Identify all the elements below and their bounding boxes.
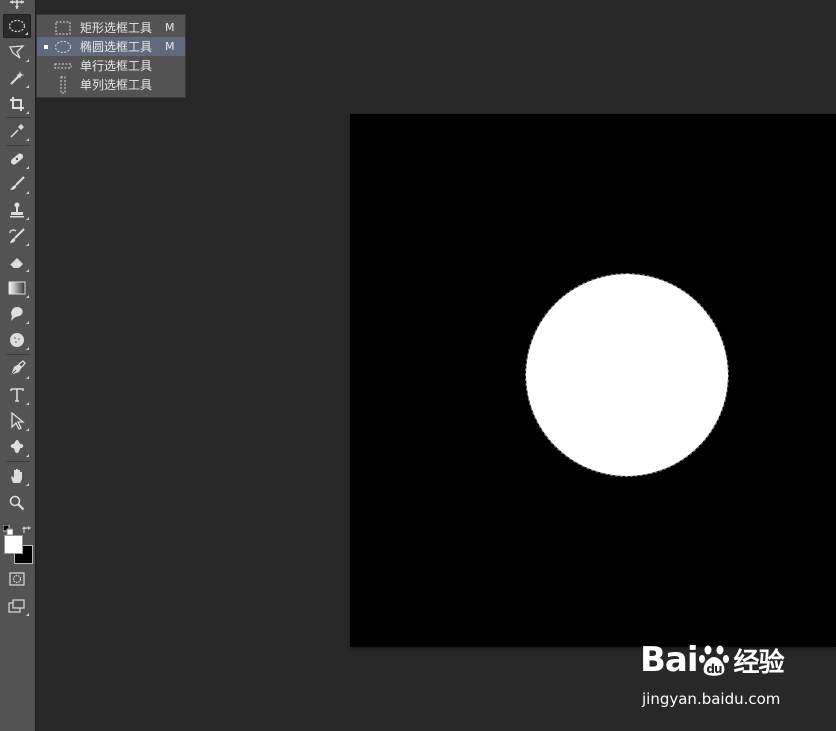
swap-colors-icon[interactable] [22, 520, 32, 533]
zoom-icon [9, 495, 25, 511]
hand-tool[interactable] [3, 464, 31, 488]
flyout-item-label: 矩形选框工具 [80, 21, 153, 35]
flyout-item-shortcut: M [165, 21, 175, 34]
flyout-item-ellipse-marquee[interactable]: 椭圆选框工具 M [37, 37, 185, 56]
magic-wand-icon [8, 69, 26, 87]
lasso-tool[interactable] [3, 40, 31, 64]
gradient-tool[interactable] [3, 276, 31, 300]
flyout-item-shortcut: M [165, 40, 175, 53]
selected-bullet [44, 26, 48, 30]
single-row-marquee-icon [54, 58, 72, 74]
brush-icon [8, 175, 26, 193]
type-icon [9, 387, 25, 403]
selected-bullet [44, 83, 48, 87]
watermark-url: jingyan.baidu.com [642, 690, 781, 708]
clone-stamp-tool[interactable] [3, 198, 31, 222]
hand-icon [8, 467, 26, 485]
magic-wand-tool[interactable] [3, 66, 31, 90]
path-selection-icon [9, 412, 25, 430]
svg-text:du: du [706, 662, 722, 676]
move-icon [9, 0, 25, 10]
path-selection-tool[interactable] [3, 409, 31, 433]
marquee-tool-flyout: 矩形选框工具 M 椭圆选框工具 M 单行选框工具 单列选框工具 [36, 14, 186, 98]
eraser-icon [8, 254, 26, 270]
pen-tool[interactable] [3, 357, 31, 381]
pen-icon [8, 360, 26, 378]
flyout-item-label: 椭圆选框工具 [80, 40, 153, 54]
dodge-tool[interactable] [3, 328, 31, 352]
custom-shape-icon [8, 438, 26, 456]
elliptical-selection-marquee[interactable] [525, 273, 729, 477]
ellipse-marquee-icon [54, 39, 72, 55]
baidu-logo: Bai du 经验 [640, 640, 785, 680]
eyedropper-tool[interactable] [3, 119, 31, 143]
selected-bullet [44, 64, 48, 68]
single-column-marquee-icon [54, 76, 72, 93]
type-tool[interactable] [3, 383, 31, 407]
brush-tool[interactable] [3, 172, 31, 196]
foreground-color-swatch[interactable] [4, 535, 23, 554]
healing-brush-tool[interactable] [3, 147, 31, 171]
history-brush-icon [8, 227, 26, 245]
document-canvas[interactable] [350, 114, 836, 647]
blur-icon [8, 305, 26, 323]
flyout-item-rect-marquee[interactable]: 矩形选框工具 M [37, 18, 185, 37]
quick-mask-icon [9, 572, 25, 586]
lasso-icon [8, 44, 26, 60]
history-brush-tool[interactable] [3, 224, 31, 248]
selected-bullet [44, 44, 48, 49]
screen-mode-button[interactable] [3, 594, 31, 618]
gradient-icon [8, 281, 26, 295]
flyout-item-single-row-marquee[interactable]: 单行选框工具 [37, 56, 185, 75]
crop-icon [9, 96, 25, 112]
rect-marquee-icon [54, 20, 72, 36]
ellipse-marquee-tool[interactable] [3, 14, 31, 38]
quick-mask-button[interactable] [3, 567, 31, 591]
photoshop-workspace: 矩形选框工具 M 椭圆选框工具 M 单行选框工具 单列选框工具 Bai du 经… [0, 0, 836, 731]
screen-mode-icon [8, 599, 26, 613]
flyout-item-label: 单行选框工具 [80, 59, 153, 73]
flyout-item-single-column-marquee[interactable]: 单列选框工具 [37, 75, 185, 94]
eraser-tool[interactable] [3, 250, 31, 274]
blur-tool[interactable] [3, 302, 31, 326]
move-tool[interactable] [3, 0, 31, 14]
color-swatches [2, 518, 34, 568]
baidu-jingyan-watermark: Bai du 经验 jingyan.baidu.com [640, 640, 830, 712]
eyedropper-icon [9, 123, 25, 139]
flyout-item-label: 单列选框工具 [80, 78, 153, 92]
clone-stamp-icon [8, 201, 26, 219]
custom-shape-tool[interactable] [3, 435, 31, 459]
healing-brush-icon [8, 150, 26, 168]
crop-tool[interactable] [3, 92, 31, 116]
dodge-icon [8, 331, 26, 349]
ellipse-marquee-icon [8, 19, 26, 33]
tool-panel [0, 0, 36, 731]
zoom-tool[interactable] [3, 491, 31, 515]
default-colors-icon[interactable] [2, 520, 14, 536]
